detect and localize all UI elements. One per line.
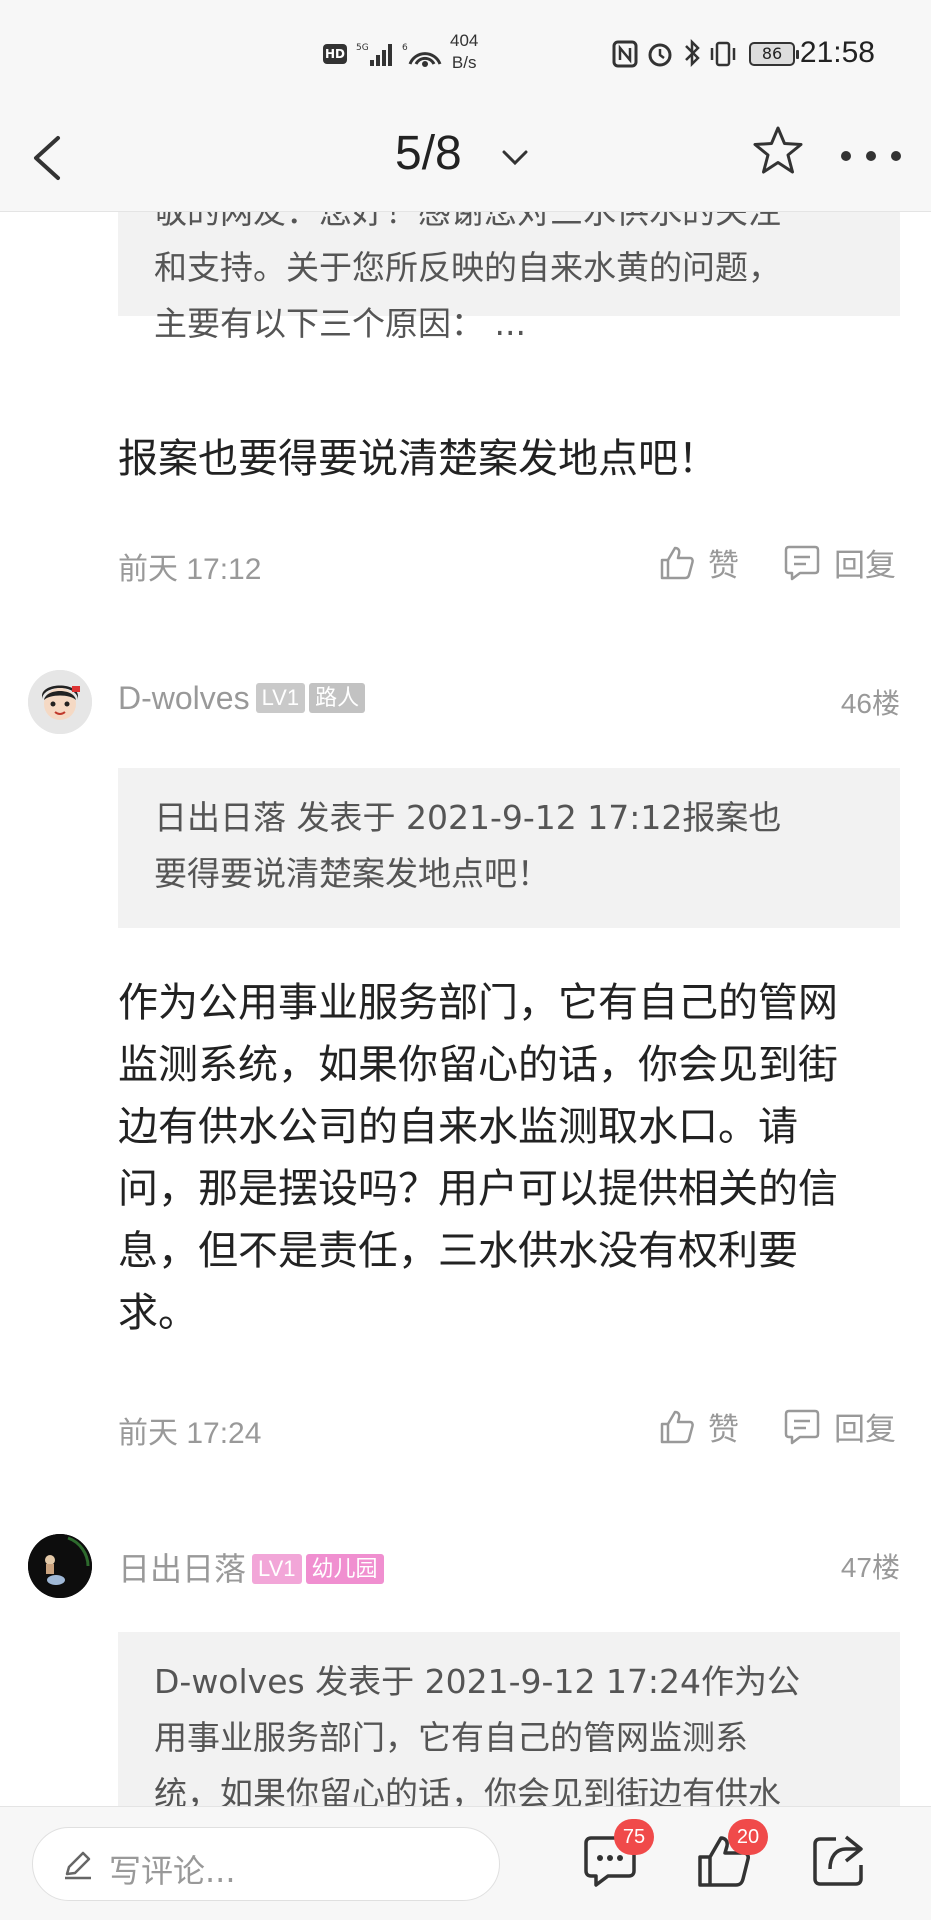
- avatar-cartoon-icon: [28, 670, 92, 734]
- battery-indicator: 86: [749, 42, 799, 66]
- reply-button[interactable]: 回复: [782, 540, 896, 585]
- network-speed: 404 B/s: [450, 31, 479, 72]
- comment-header: D-wolves LV1 路人 46楼: [0, 670, 931, 740]
- username[interactable]: 日出日落 LV1 幼儿园: [118, 1544, 384, 1590]
- comment-text: 报案也要得要说清楚案发地点吧！: [118, 436, 718, 482]
- comment-count-badge: 75: [614, 1819, 654, 1855]
- quote-line: 要得要说清楚案发地点吧！: [154, 854, 550, 893]
- reply-button[interactable]: 回复: [782, 1404, 896, 1449]
- alarm-icon: [648, 43, 672, 67]
- reply-icon: [784, 1409, 820, 1444]
- bottom-action-bar: 写评论... 75 20: [0, 1806, 931, 1920]
- quote-line: 主要有以下三个原因： ...: [154, 304, 526, 343]
- comment-time: 前天 17:12: [118, 553, 262, 586]
- quote-line: 和支持。关于您所反映的自来水黄的问题，: [154, 248, 781, 287]
- back-arrow-icon[interactable]: [22, 128, 82, 188]
- quoted-reply[interactable]: 敬的网友：您好！感谢您对三水供水的关注 和支持。关于您所反映的自来水黄的问题， …: [118, 212, 900, 343]
- quote-line: 统，如果你留心的话，你会见到街边有供水: [154, 1774, 781, 1806]
- clock: 21:58: [799, 36, 875, 69]
- star-icon[interactable]: [748, 122, 808, 182]
- status-bar: HD 5G 6 404 B/s 86 21:58: [0, 0, 931, 110]
- comment-time: 前天 17:24: [118, 1417, 262, 1450]
- level-badge: LV1: [252, 1554, 302, 1584]
- quoted-reply[interactable]: 日出日落 发表于 2021-9-12 17:12报案也 要得要说清楚案发地点吧！: [118, 768, 900, 928]
- floor-number: 46楼: [840, 688, 900, 719]
- comment-feed[interactable]: 敬的网友：您好！感谢您对三水供水的关注 和支持。关于您所反映的自来水黄的问题， …: [0, 212, 931, 1806]
- share-icon[interactable]: [806, 1829, 870, 1893]
- username[interactable]: D-wolves LV1 路人: [118, 680, 366, 717]
- page-indicator[interactable]: 5/8: [395, 126, 462, 181]
- like-button[interactable]: 赞: [658, 1404, 739, 1449]
- vibrate-icon: [710, 41, 736, 67]
- avatar-photo-icon: [28, 1534, 92, 1598]
- svg-text:5G: 5G: [356, 43, 369, 53]
- comment-placeholder: 写评论...: [109, 1852, 236, 1890]
- bluetooth-icon: [685, 38, 700, 68]
- level-badge: LV1: [255, 683, 306, 713]
- signal-icon: 5G: [356, 43, 392, 66]
- title-badge: 路人: [309, 683, 366, 713]
- comment-header: 日出日落 LV1 幼儿园 47楼: [0, 1534, 931, 1604]
- quote-line: 日出日落 发表于 2021-9-12 17:12报案也: [154, 798, 782, 837]
- signal-icon-2: 6: [402, 43, 442, 67]
- avatar[interactable]: [28, 670, 92, 734]
- quote-line: 用事业服务部门，它有自己的管网监测系: [154, 1718, 748, 1757]
- nfc-icon: [612, 40, 638, 68]
- like-button[interactable]: 赞: [658, 540, 739, 585]
- chevron-down-icon[interactable]: [498, 140, 532, 174]
- comment-text: 作为公用事业服务部门，它有自己的管网 监测系统，如果你留心的话，你会见到街 边有…: [118, 980, 838, 1336]
- more-icon[interactable]: [836, 136, 906, 176]
- quoted-reply[interactable]: D-wolves 发表于 2021-9-12 17:24作为公 用事业服务部门，…: [118, 1632, 900, 1806]
- nav-bar: 5/8: [0, 110, 931, 212]
- thumbs-up-icon: [660, 546, 694, 579]
- avatar[interactable]: [28, 1534, 92, 1598]
- title-badge: 幼儿园: [305, 1554, 384, 1584]
- hd-indicator: HD: [323, 44, 347, 64]
- svg-text:6: 6: [402, 43, 408, 53]
- quote-line: D-wolves 发表于 2021-9-12 17:24作为公: [154, 1662, 801, 1701]
- comment-input[interactable]: 写评论...: [32, 1827, 500, 1901]
- thumbs-up-icon: [660, 1410, 694, 1443]
- pen-icon: [65, 1851, 91, 1880]
- reply-icon: [784, 545, 820, 580]
- quote-line: 敬的网友：您好！感谢您对三水供水的关注: [154, 212, 864, 240]
- like-count-badge: 20: [728, 1819, 768, 1855]
- floor-number: 47楼: [840, 1552, 900, 1583]
